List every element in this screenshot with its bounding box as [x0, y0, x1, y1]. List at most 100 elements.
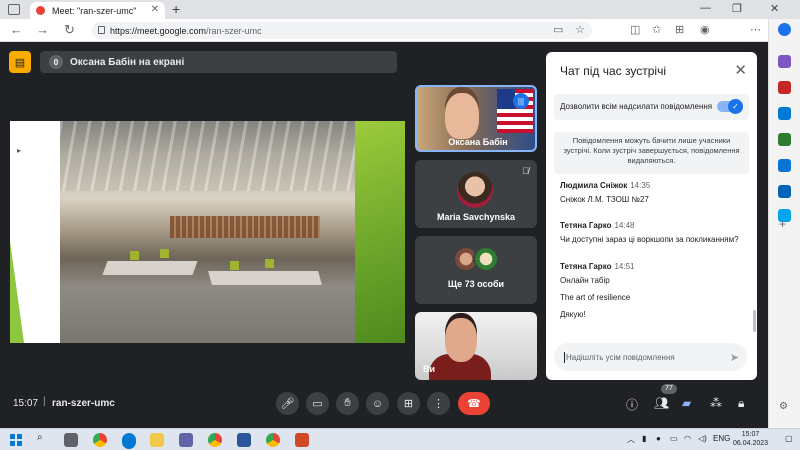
profile-avatar[interactable]: ◉	[700, 23, 710, 36]
tray-app-icon[interactable]: ▮	[642, 434, 646, 443]
volume-icon[interactable]: ◁)	[698, 434, 707, 443]
chat-panel: Чат під час зустрічі ✕ Дозволити всім на…	[546, 52, 757, 380]
text-caret	[564, 351, 565, 363]
message-time: 14:35	[630, 181, 651, 190]
file-explorer-icon[interactable]	[150, 433, 164, 447]
participant-tile[interactable]: 🎙̸ Maria Savchynska	[415, 160, 537, 228]
leave-call-button[interactable]: ☎︎	[458, 392, 490, 415]
raise-hand-button[interactable]: ✋︎	[336, 392, 359, 415]
minimize-icon[interactable]: —	[700, 2, 711, 14]
toggle-label: Дозволити всім надсилати повідомлення	[560, 102, 713, 111]
split-screen-icon[interactable]: ◫	[630, 23, 640, 36]
add-icon[interactable]: +	[779, 217, 786, 231]
allow-messages-toggle[interactable]: ✓	[717, 99, 743, 114]
browser-tab-bar: Meet: "ran-szer-umc" ✕ + — ❐ ✕	[0, 0, 800, 19]
participant-name: Ви	[423, 364, 436, 374]
presenter-badge: 0	[49, 55, 63, 69]
lock-icon	[98, 26, 105, 34]
info-icon[interactable]: ⓘ	[626, 396, 638, 413]
close-window-icon[interactable]: ✕	[770, 2, 779, 15]
photo-chair	[230, 261, 239, 270]
new-tab-button[interactable]: +	[172, 1, 180, 17]
chat-scrollbar[interactable]	[753, 310, 756, 332]
maximize-icon[interactable]: ❐	[732, 2, 742, 15]
camera-button[interactable]: ▭	[306, 392, 329, 415]
photo-table	[208, 271, 322, 285]
self-view-tile[interactable]: Ви	[415, 312, 537, 380]
edge-icon[interactable]	[122, 433, 136, 447]
favorites-icon[interactable]: ✩	[652, 23, 661, 36]
address-toolbar: ← → ↻ https://meet.google.com/ran-szer-u…	[0, 19, 800, 42]
windows-taskbar: ⌕ ︿ ▮ ● ▭ ◠ ◁) ENG 15:07 06.04.2023 ▢	[0, 428, 800, 450]
word-icon[interactable]	[237, 433, 251, 447]
outlook-icon[interactable]	[778, 185, 791, 198]
camera-icon: ▭	[312, 398, 323, 410]
chrome-icon[interactable]	[208, 433, 222, 447]
mic-tray-icon[interactable]: ●	[656, 434, 661, 443]
chat-notice: Повідомлення можуть бачити лише учасники…	[554, 132, 749, 174]
host-controls-icon[interactable]: 🔒︎	[738, 396, 744, 411]
participant-video	[445, 93, 479, 139]
games-icon[interactable]	[778, 133, 791, 146]
photo-chair	[160, 249, 169, 258]
message-sender: Тетяна Гарко 14:51	[560, 262, 635, 271]
present-button[interactable]: ⊞	[397, 392, 420, 415]
message-time: 14:51	[614, 262, 635, 271]
taskbar-clock[interactable]: 15:07 06.04.2023	[733, 430, 768, 448]
search-icon[interactable]	[778, 55, 791, 68]
reload-icon[interactable]: ↻	[64, 22, 75, 38]
participant-name: Оксана Бабін	[448, 137, 508, 147]
more-menu-icon[interactable]: ⋯	[750, 23, 761, 36]
search-icon[interactable]: ⌕	[37, 432, 43, 443]
photo-chair	[265, 259, 274, 268]
reactions-button[interactable]: ☺	[366, 392, 389, 415]
url-bar[interactable]: https://meet.google.com/ran-szer-umc	[92, 22, 592, 39]
forward-icon[interactable]: →	[36, 22, 49, 37]
shopping-icon[interactable]	[778, 81, 791, 94]
collections-icon[interactable]: ⊞	[675, 23, 684, 36]
photo-ceiling	[60, 121, 355, 191]
chrome-icon[interactable]	[266, 433, 280, 447]
viber-icon[interactable]	[179, 433, 193, 447]
more-options-button[interactable]: ⋮	[427, 392, 450, 415]
more-vert-icon: ⋮	[433, 398, 444, 410]
emoji-icon: ☺	[371, 397, 384, 410]
powerpoint-icon[interactable]	[295, 433, 309, 447]
camera-in-use-icon[interactable]: ▭	[553, 23, 563, 36]
battery-icon[interactable]: ▭	[670, 434, 678, 443]
sidebar-settings-icon[interactable]: ⚙	[779, 401, 788, 412]
network-icon[interactable]: ◠	[684, 434, 691, 443]
meeting-code: ran-szer-umc	[52, 398, 115, 409]
chat-message-input[interactable]: Надішліть усім повідомлення ➤	[554, 343, 747, 371]
window-menu-icon[interactable]	[8, 4, 20, 15]
windows-start-icon[interactable]	[10, 434, 22, 446]
people-icon[interactable]: 👥︎	[654, 396, 669, 410]
bookmark-star-icon[interactable]: ☆	[575, 23, 585, 36]
presentation-icon[interactable]: ▤	[9, 51, 31, 73]
task-view-icon[interactable]	[64, 433, 78, 447]
language-indicator[interactable]: ENG	[713, 434, 730, 443]
bing-icon[interactable]	[778, 23, 791, 36]
microsoft365-icon[interactable]	[778, 159, 791, 172]
notification-icon[interactable]: ▢	[785, 434, 793, 443]
check-icon: ✓	[728, 99, 743, 114]
browser-tab-meet[interactable]: Meet: "ran-szer-umc" ✕	[30, 2, 165, 19]
send-icon[interactable]: ➤	[730, 351, 739, 364]
mic-off-icon: 🎙̸	[522, 166, 529, 176]
phone-icon: ☎︎	[467, 398, 481, 410]
participant-tile-presenter[interactable]: ||| Оксана Бабін	[415, 85, 537, 152]
close-chat-icon[interactable]: ✕	[734, 61, 747, 79]
message-time: 14:48	[614, 221, 635, 230]
more-participants-tile[interactable]: Ще 73 особи	[415, 236, 537, 304]
chat-title: Чат під час зустрічі	[560, 64, 666, 78]
tray-chevron-icon[interactable]: ︿	[627, 434, 635, 445]
close-tab-icon[interactable]: ✕	[151, 4, 159, 15]
mic-button[interactable]: 🎤︎	[276, 392, 299, 415]
activities-icon[interactable]: ⁂	[710, 396, 722, 410]
chrome-icon[interactable]	[93, 433, 107, 447]
tools-icon[interactable]	[778, 107, 791, 120]
chat-icon[interactable]: ▰	[682, 396, 691, 410]
message-text: Онлайн табір	[560, 276, 610, 285]
message-sender: Людмила Сніжок 14:35	[560, 181, 651, 190]
back-icon[interactable]: ←	[10, 22, 23, 37]
